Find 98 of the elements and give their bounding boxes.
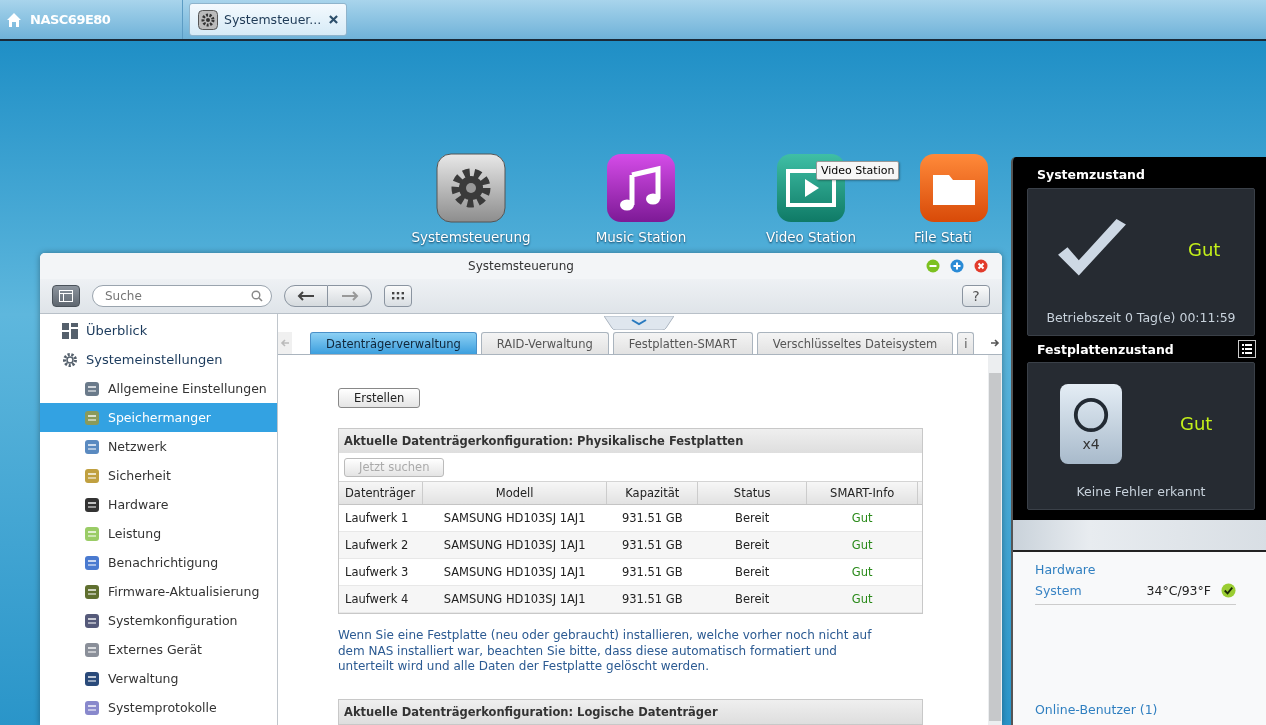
sidebar-item[interactable]: Verwaltung [40, 664, 277, 693]
disk-count: x4 [1082, 435, 1100, 452]
table-cell: Gut [806, 531, 918, 559]
disk-message: Keine Fehler erkannt [1075, 484, 1207, 501]
sidebar-item[interactable]: Allgemeine Einstellungen [40, 374, 277, 403]
section-title: Online-Benutzer (1) [1035, 702, 1159, 717]
tile-icon [84, 612, 100, 629]
table-cell: 931.51 GB [606, 558, 698, 586]
sidebar-item[interactable]: Systemkonfiguration [40, 606, 277, 635]
sidebar-item[interactable]: Systemprotokolle [40, 693, 277, 722]
table-cell: 931.51 GB [606, 531, 698, 559]
table-cell: Bereit [697, 504, 807, 532]
host-name: NASC69E80 [30, 12, 111, 27]
right-arrow-icon [340, 291, 359, 301]
column-header[interactable]: SMART-Info [806, 482, 918, 505]
music-note-icon [606, 153, 676, 223]
grid-icon [62, 322, 78, 339]
table-cell: Bereit [697, 558, 807, 586]
tab[interactable]: Verschlüsseltes Dateisystem [756, 332, 954, 354]
gear-icon [62, 351, 78, 368]
column-header[interactable]: Modell [422, 482, 607, 505]
table-cell: Gut [806, 504, 918, 532]
window-title: Systemsteuerung [468, 259, 574, 273]
apps-button[interactable] [384, 285, 412, 307]
left-arrow-icon [297, 291, 315, 301]
tab[interactable]: Datenträgerverwaltung [310, 332, 477, 354]
table-cell: Bereit [697, 585, 807, 613]
tab[interactable]: Festplatten-SMART [612, 332, 753, 354]
tile-icon [84, 641, 100, 658]
section-header: Aktuelle Datenträgerkonfiguration: Physikalische Festplatten [339, 429, 922, 453]
folder-icon [919, 153, 989, 223]
collapse-tab[interactable] [604, 316, 674, 330]
table-cell: Gut [806, 585, 918, 613]
table-cell: Bereit [697, 531, 807, 559]
sidebar-item[interactable]: Firmware-Aktualisierung [40, 577, 277, 606]
tile-icon [84, 525, 100, 542]
search-field[interactable]: Suche [92, 285, 272, 307]
grid-icon [392, 292, 404, 300]
search-icon [251, 290, 263, 302]
gear-icon [198, 9, 218, 30]
tile-icon [84, 583, 100, 600]
disk-icon [1072, 395, 1110, 434]
status-text: Gut [1188, 239, 1221, 260]
sidebar-item[interactable]: Leistung [40, 519, 277, 548]
table-cell: SAMSUNG HD103SJ 1AJ1 [422, 585, 607, 613]
table-cell: SAMSUNG HD103SJ 1AJ1 [422, 504, 607, 532]
temperature-value: 34°C/93°F [1146, 583, 1211, 598]
gear-icon [436, 153, 506, 223]
sidebar-section[interactable]: Systemeinstellungen [40, 345, 277, 374]
tile-icon [84, 438, 100, 455]
tile-icon [84, 467, 100, 484]
table-cell: Laufwerk 3 [339, 558, 423, 586]
table-cell: Laufwerk 1 [339, 504, 423, 532]
status-text: Gut [1180, 413, 1213, 434]
sidebar-item[interactable]: Externes Gerät [40, 635, 277, 664]
section-header: Aktuelle Datenträgerkonfiguration: Logische Datenträger [339, 699, 922, 724]
help-button[interactable]: ? [962, 285, 990, 307]
table-cell: SAMSUNG HD103SJ 1AJ1 [422, 558, 607, 586]
column-header[interactable]: Status [697, 482, 807, 505]
taskbar-tab[interactable]: Systemsteuer... [189, 3, 348, 36]
tile-icon [84, 409, 100, 426]
table-cell: SAMSUNG HD103SJ 1AJ1 [422, 531, 607, 559]
sidebar-item[interactable]: Netzwerk [40, 432, 277, 461]
create-button[interactable]: Erstellen [338, 388, 421, 408]
sidebar-item[interactable]: Hardware [40, 490, 277, 519]
table-cell: Gut [806, 558, 918, 586]
table-cell: Laufwerk 2 [339, 531, 423, 559]
section-title: Hardware [1035, 562, 1097, 577]
table-cell: Laufwerk 4 [339, 585, 423, 613]
scrollbar[interactable] [988, 355, 1002, 725]
tile-icon [84, 380, 100, 397]
tile-icon [84, 554, 100, 571]
sidebar-toggle-button[interactable] [52, 285, 80, 307]
tile-icon [84, 670, 100, 687]
panel-title: Festplattenzustand [1037, 341, 1174, 357]
sidebar-item[interactable]: Sicherheit [40, 461, 277, 490]
close-icon[interactable] [329, 15, 339, 24]
panel-title: Systemzustand [1036, 166, 1146, 184]
minimize-button[interactable] [926, 259, 940, 273]
close-button[interactable] [974, 259, 988, 273]
table-cell: 931.51 GB [606, 585, 698, 613]
tab[interactable]: RAID-Verwaltung [480, 332, 609, 354]
back-button[interactable] [284, 285, 328, 307]
tooltip: Video Station [816, 161, 900, 180]
column-header[interactable]: Kapazität [606, 482, 698, 505]
panel-icon [59, 290, 73, 302]
tile-icon [84, 699, 100, 716]
tile-icon [84, 496, 100, 513]
maximize-button[interactable] [950, 259, 964, 273]
sensor-label: System [1035, 583, 1083, 598]
tab[interactable]: i [957, 332, 975, 354]
info-text: Wenn Sie eine Festplatte (neu oder gebraucht) installieren, welche vorher noch nicht auf dem NAS installiert war, beachten Sie bitte, dass diese automatisch formatiert und unterteilt wird und alle Daten der Festplatte gelöscht werden. [338, 628, 873, 675]
sidebar-section[interactable]: Überblick [40, 316, 277, 345]
column-header[interactable]: Datenträger [339, 482, 423, 505]
list-icon[interactable] [1238, 340, 1256, 358]
table-cell: 931.51 GB [606, 504, 698, 532]
uptime-text: Betriebszeit 0 Tag(e) 00:11:59 [1045, 310, 1237, 327]
sidebar-item[interactable]: Benachrichtigung [40, 548, 277, 577]
